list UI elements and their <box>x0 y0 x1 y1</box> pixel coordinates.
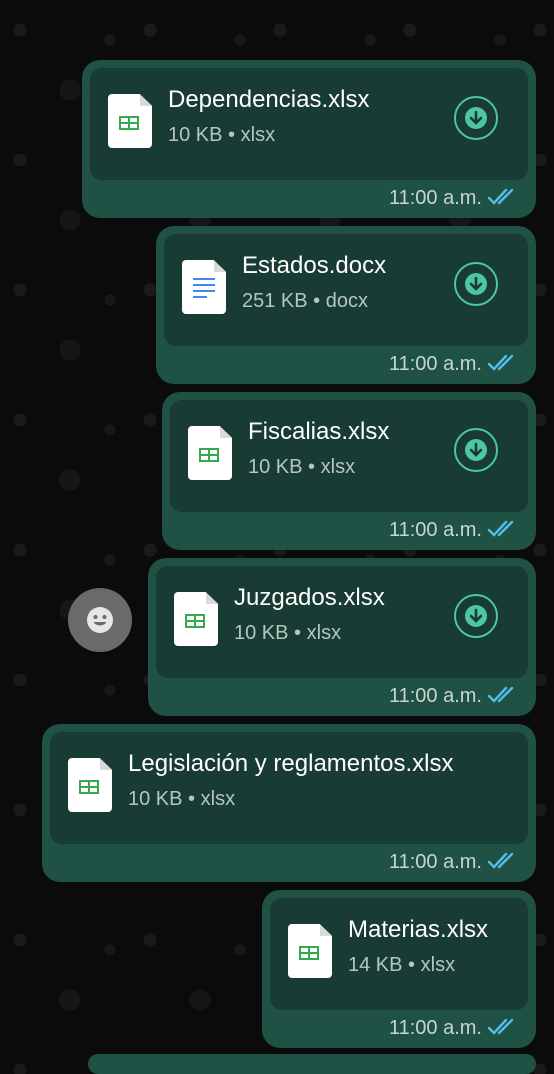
meta-separator: • <box>228 124 236 146</box>
file-attachment[interactable]: Materias.xlsx 14 KB • xlsx <box>270 898 528 1010</box>
read-double-check-icon <box>488 686 514 703</box>
download-button[interactable] <box>454 96 498 140</box>
file-attachment[interactable]: Estados.docx 251 KB • docx <box>164 234 528 346</box>
meta-separator: • <box>308 456 316 478</box>
file-name: Dependencias.xlsx <box>168 86 370 113</box>
file-meta: 10 KB • xlsx <box>128 788 235 811</box>
read-double-check-icon <box>488 188 514 205</box>
file-extension: xlsx <box>240 124 276 146</box>
message-time: 11:00 a.m. <box>388 851 482 873</box>
file-name: Legislación y reglamentos.xlsx <box>128 750 454 777</box>
spreadsheet-icon <box>108 94 152 148</box>
meta-separator: • <box>294 622 302 644</box>
file-size: 10 KB <box>128 788 183 810</box>
message-bubble[interactable]: Dependencias.xlsx 10 KB • xlsx 11:00 a.m… <box>82 60 536 218</box>
download-button[interactable] <box>454 262 498 306</box>
reaction-button[interactable] <box>68 588 132 652</box>
file-meta: 10 KB • xlsx <box>168 124 275 147</box>
spreadsheet-icon <box>188 426 232 480</box>
file-meta: 14 KB • xlsx <box>348 954 455 977</box>
message-bubble[interactable]: Fiscalias.xlsx 10 KB • xlsx 11:00 a.m. <box>162 392 536 550</box>
file-name: Juzgados.xlsx <box>234 584 385 611</box>
file-size: 14 KB <box>348 954 403 976</box>
meta-separator: • <box>408 954 416 976</box>
read-double-check-icon <box>488 520 514 537</box>
download-button[interactable] <box>454 594 498 638</box>
file-size: 10 KB <box>234 622 289 644</box>
download-arrow-icon <box>465 273 487 295</box>
file-extension: docx <box>325 290 368 312</box>
file-name: Materias.xlsx <box>348 916 489 943</box>
document-icon <box>182 260 226 314</box>
file-name: Fiscalias.xlsx <box>248 418 390 445</box>
message-time: 11:00 a.m. <box>388 1017 482 1039</box>
meta-separator: • <box>188 788 196 810</box>
file-attachment[interactable]: Juzgados.xlsx 10 KB • xlsx <box>156 566 528 678</box>
file-extension: xlsx <box>200 788 236 810</box>
spreadsheet-icon <box>174 592 218 646</box>
message-bubble[interactable]: Juzgados.xlsx 10 KB • xlsx 11:00 a.m. <box>148 558 536 716</box>
read-double-check-icon <box>488 1018 514 1035</box>
meta-separator: • <box>313 290 321 312</box>
message-bubble[interactable]: Materias.xlsx 14 KB • xlsx 11:00 a.m. <box>262 890 536 1048</box>
file-attachment[interactable]: Dependencias.xlsx 10 KB • xlsx <box>90 68 528 180</box>
message-bubble[interactable]: Estados.docx 251 KB • docx 11:00 a.m. <box>156 226 536 384</box>
download-arrow-icon <box>465 439 487 461</box>
emoji-smile-icon <box>87 607 113 633</box>
message-bubble-partial[interactable] <box>88 1054 536 1074</box>
file-size: 251 KB <box>242 290 308 312</box>
message-time: 11:00 a.m. <box>388 685 482 707</box>
file-size: 10 KB <box>248 456 303 478</box>
spreadsheet-icon <box>68 758 112 812</box>
read-double-check-icon <box>488 852 514 869</box>
message-time: 11:00 a.m. <box>388 187 482 209</box>
file-size: 10 KB <box>168 124 223 146</box>
file-meta: 10 KB • xlsx <box>248 456 355 479</box>
file-name: Estados.docx <box>242 252 387 279</box>
read-double-check-icon <box>488 354 514 371</box>
download-arrow-icon <box>465 605 487 627</box>
file-meta: 10 KB • xlsx <box>234 622 341 645</box>
message-time: 11:00 a.m. <box>388 353 482 375</box>
file-extension: xlsx <box>420 954 456 976</box>
file-extension: xlsx <box>320 456 356 478</box>
message-bubble[interactable]: Legislación y reglamentos.xlsx 10 KB • x… <box>42 724 536 882</box>
file-attachment[interactable]: Fiscalias.xlsx 10 KB • xlsx <box>170 400 528 512</box>
spreadsheet-icon <box>288 924 332 978</box>
download-button[interactable] <box>454 428 498 472</box>
file-extension: xlsx <box>306 622 342 644</box>
file-meta: 251 KB • docx <box>242 290 368 313</box>
message-time: 11:00 a.m. <box>388 519 482 541</box>
download-arrow-icon <box>465 107 487 129</box>
file-attachment[interactable]: Legislación y reglamentos.xlsx 10 KB • x… <box>50 732 528 844</box>
